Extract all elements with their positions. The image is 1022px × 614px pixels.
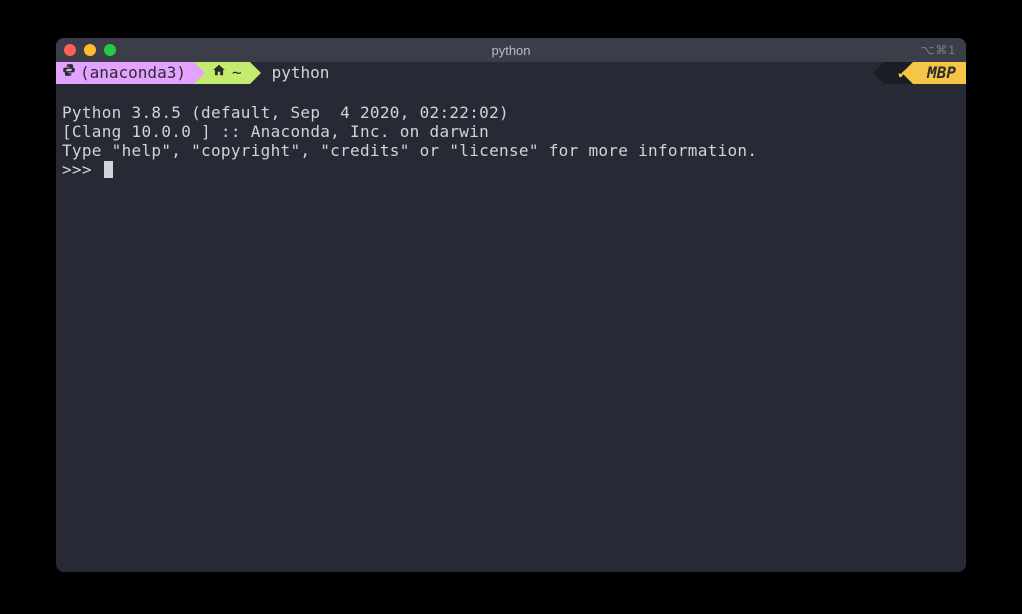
cursor-icon — [104, 161, 113, 178]
minimize-icon[interactable] — [84, 44, 96, 56]
python-icon — [62, 62, 76, 84]
window-title: python — [491, 43, 530, 58]
env-label: (anaconda3) — [80, 62, 186, 84]
repl-prompt-line[interactable]: >>> — [62, 160, 960, 179]
output-line: [Clang 10.0.0 ] :: Anaconda, Inc. on dar… — [62, 122, 489, 141]
command-text: python — [272, 62, 330, 84]
host-segment: ⟨ MBP — [913, 62, 966, 84]
terminal-output[interactable]: Python 3.8.5 (default, Sep 4 2020, 02:22… — [56, 84, 966, 572]
terminal-window: python ⌥⌘1 (anaconda3) ~ python ✔ ⟨ MBP — [56, 38, 966, 572]
env-segment: (anaconda3) — [56, 62, 194, 84]
dir-label: ~ — [232, 62, 242, 84]
repl-prompt: >>> — [62, 160, 102, 179]
command-segment[interactable]: python — [250, 62, 338, 84]
output-line: Python 3.8.5 (default, Sep 4 2020, 02:22… — [62, 103, 509, 122]
shell-prompt-row: (anaconda3) ~ python ✔ ⟨ MBP — [56, 62, 966, 84]
maximize-icon[interactable] — [104, 44, 116, 56]
close-icon[interactable] — [64, 44, 76, 56]
home-icon — [212, 62, 226, 84]
chevron-left-icon: ⟨ — [909, 63, 919, 85]
traffic-lights — [64, 44, 116, 56]
shortcut-hint: ⌥⌘1 — [920, 43, 956, 57]
output-line: Type "help", "copyright", "credits" or "… — [62, 141, 757, 160]
titlebar[interactable]: python ⌥⌘1 — [56, 38, 966, 62]
host-label: MBP — [927, 62, 956, 84]
right-prompt: ✔ ⟨ MBP — [884, 62, 966, 84]
